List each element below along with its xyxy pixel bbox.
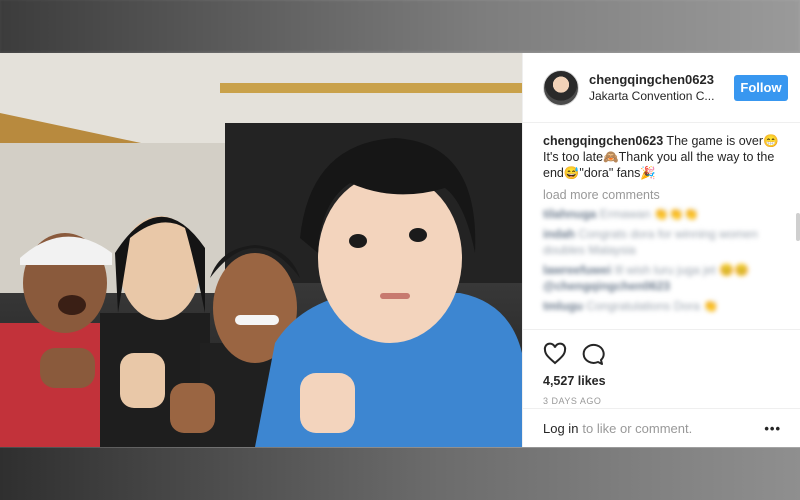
comments-scrollbar[interactable] [796, 213, 800, 241]
login-suffix: to like or comment. [582, 420, 693, 436]
selfie-illustration [0, 53, 522, 447]
post-actions: 4,527 likes 3 DAYS AGO [523, 329, 800, 406]
caption-username[interactable]: chengqingchen0623 [543, 134, 663, 148]
comment-username: indah [543, 227, 575, 241]
post-header: chengqingchen0623 Jakarta Convention C..… [523, 53, 800, 123]
load-more-comments-link[interactable]: load more comments [543, 188, 780, 202]
more-options-icon[interactable]: ••• [764, 421, 781, 436]
comment-row: tmlugu Congratulations Dora 👏 [543, 298, 780, 314]
background-bottom [0, 448, 800, 500]
comment-row: indah Congrats dora for winning women do… [543, 226, 780, 258]
background-top [0, 0, 800, 52]
login-link[interactable]: Log in [543, 421, 578, 436]
comment-text: Congratulations Dora 👏 [586, 299, 719, 313]
likes-count[interactable]: 4,527 likes [543, 374, 781, 388]
action-icons [543, 342, 781, 366]
header-text: chengqingchen0623 Jakarta Convention C..… [589, 72, 734, 104]
post-sidebar: chengqingchen0623 Jakarta Convention C..… [522, 53, 800, 447]
comment-bar: Log in to like or comment. ••• [523, 408, 800, 447]
post-timestamp: 3 DAYS AGO [543, 396, 602, 406]
blurred-comments: tilahnuga Ermawan 👏👏👏 indah Congrats dor… [543, 206, 780, 314]
avatar[interactable] [543, 69, 579, 106]
post-photo [0, 53, 522, 447]
comments-section: chengqingchen0623 The game is over😁It's … [523, 123, 800, 328]
comment-row: lawreefuwei Ill wish luru juga jet 😊😊 @ch… [543, 262, 780, 294]
comment-text: Ill wish luru juga jet 😊😊 [614, 263, 749, 277]
follow-button[interactable]: Follow [734, 74, 788, 101]
location-link[interactable]: Jakarta Convention C... [589, 88, 734, 104]
caption: chengqingchen0623 The game is over😁It's … [543, 133, 780, 181]
comment-username: lawreefuwei [543, 263, 612, 277]
username-link[interactable]: chengqingchen0623 [589, 72, 734, 88]
heart-icon[interactable] [543, 342, 567, 366]
comment-mention: @chengqingchen0623 [543, 279, 671, 293]
comment-text: Congrats dora for winning women doubles … [543, 227, 758, 257]
comment-icon[interactable] [581, 342, 605, 366]
comment-username: tmlugu [543, 299, 583, 313]
comment-text: Ermawan 👏👏👏 [599, 207, 699, 221]
instagram-post: chengqingchen0623 Jakarta Convention C..… [0, 53, 800, 447]
comment-row: tilahnuga Ermawan 👏👏👏 [543, 206, 780, 222]
comment-username: tilahnuga [543, 207, 597, 221]
